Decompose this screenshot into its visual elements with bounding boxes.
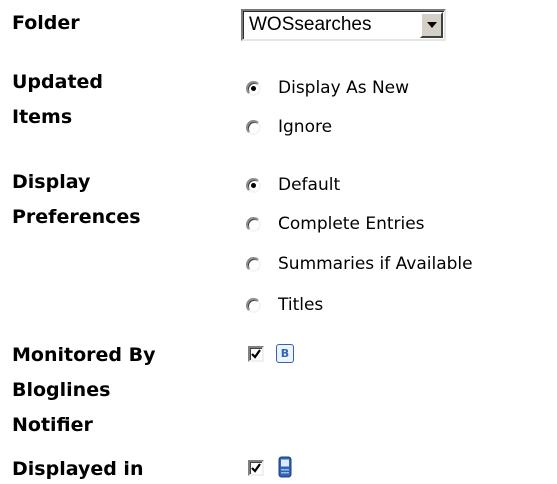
display-pref-option-default[interactable]: Default	[246, 170, 340, 200]
updated-items-option-ignore[interactable]: Ignore	[246, 112, 332, 142]
ignore-label: Ignore	[278, 117, 333, 137]
mobile-phone-icon	[278, 456, 292, 478]
display-pref-option-complete-entries[interactable]: Complete Entries	[246, 209, 425, 239]
summaries-radio[interactable]	[246, 256, 261, 272]
folder-dropdown-button[interactable]	[420, 12, 443, 38]
default-label: Default	[278, 175, 341, 195]
display-pref-option-summaries[interactable]: Summaries if Available	[246, 249, 473, 279]
folder-select[interactable]: WOSsearches	[241, 9, 446, 41]
checkmark-icon	[251, 349, 261, 359]
monitored-label-line2: Bloglines	[12, 379, 111, 401]
monitored-label: Monitored By Bloglines Notifier	[12, 338, 155, 443]
display-preferences-label: Display Preferences	[12, 165, 141, 235]
monitored-label-line3: Notifier	[12, 414, 93, 436]
display-preferences-label-line2: Preferences	[12, 206, 141, 228]
folder-select-value: WOSsearches	[249, 14, 372, 35]
updated-items-label-line1: Updated	[12, 71, 104, 93]
display-as-new-radio[interactable]	[246, 80, 261, 96]
ignore-radio[interactable]	[246, 119, 261, 135]
folder-label: Folder	[12, 12, 80, 34]
displayed-in-label: Displayed in	[12, 452, 143, 484]
chevron-down-icon	[426, 22, 437, 28]
bloglines-notifier-icon: B	[276, 344, 294, 363]
monitored-checkbox[interactable]	[248, 346, 264, 362]
displayed-in-checkbox[interactable]	[248, 460, 264, 476]
updated-items-option-display-as-new[interactable]: Display As New	[246, 73, 409, 103]
summaries-label: Summaries if Available	[278, 254, 473, 274]
complete-entries-label: Complete Entries	[278, 214, 425, 234]
displayed-in-label-line1: Displayed in	[12, 458, 144, 480]
display-pref-option-titles[interactable]: Titles	[246, 290, 323, 320]
checkmark-icon	[251, 463, 261, 473]
complete-entries-radio[interactable]	[246, 216, 261, 232]
monitored-label-line1: Monitored By	[12, 344, 156, 366]
display-preferences-label-line1: Display	[12, 171, 91, 193]
updated-items-label-line2: Items	[12, 106, 73, 128]
updated-items-label: Updated Items	[12, 65, 103, 135]
default-radio[interactable]	[246, 177, 261, 193]
titles-label: Titles	[278, 295, 324, 315]
titles-radio[interactable]	[246, 297, 261, 313]
display-as-new-label: Display As New	[278, 78, 410, 98]
